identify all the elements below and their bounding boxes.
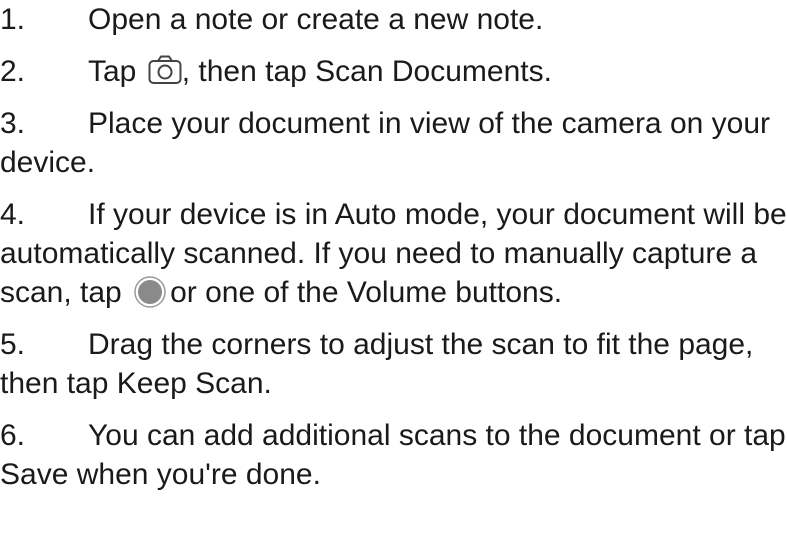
step-text: Place your document in view of the camer… [0, 107, 771, 179]
step-number: 2. [0, 55, 26, 88]
step-text: Tap [88, 55, 137, 88]
step-text: Open a note or create a new note. [88, 3, 544, 36]
step-5: 5. Drag the corners to adjust the scan to… [0, 325, 787, 403]
step-text: You can add additional scans to the docu… [0, 419, 786, 491]
step-6: 6. You can add additional scans to the do… [0, 416, 787, 494]
camera-icon [148, 55, 182, 84]
step-number: 4. [0, 198, 26, 231]
step-number: 5. [0, 328, 26, 361]
step-text-continued: or one of the Volume buttons. [170, 276, 563, 309]
step-number: 6. [0, 419, 26, 452]
step-4: 4. If your device is in Auto mode, your d… [0, 195, 787, 312]
step-text: Drag the corners to adjust the scan to f… [0, 328, 754, 400]
step-1: 1. Open a note or create a new note. [0, 0, 787, 39]
step-number: 1. [0, 3, 26, 36]
steps-list: 1. Open a note or create a new note. 2. Ta… [0, 0, 787, 494]
step-2: 2. Tap , then tap Scan Documents. [0, 52, 787, 91]
step-text-continued: , then tap Scan Documents. [181, 55, 552, 88]
step-number: 3. [0, 107, 26, 140]
shutter-button-icon [134, 276, 166, 308]
instructions-page: 1. Open a note or create a new note. 2. Ta… [0, 0, 787, 550]
step-3: 3. Place your document in view of the cam… [0, 104, 787, 182]
